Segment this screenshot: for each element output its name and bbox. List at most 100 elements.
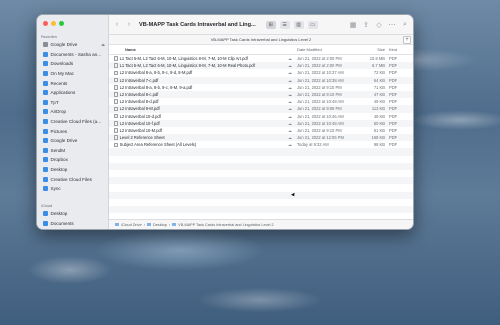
- sidebar-item-label: Google Drive: [50, 42, 78, 48]
- sidebar-item-label: Documents: [50, 220, 74, 226]
- cloud-icon[interactable]: ☁: [285, 99, 295, 104]
- file-date: Jun 21, 2022 at 10:38 AM: [297, 77, 344, 83]
- back-button[interactable]: ‹: [113, 21, 121, 28]
- minimize-button[interactable]: [51, 21, 56, 26]
- column-size[interactable]: Size: [359, 47, 389, 52]
- path-segment[interactable]: iCloud Drive: [121, 223, 142, 227]
- sidebar-item-label: AirDrop: [50, 109, 67, 115]
- column-name[interactable]: Name: [109, 47, 285, 52]
- table-row[interactable]: L2 Intraverbal 10-M.pdf ☁ Jun 21, 2022 at …: [109, 127, 413, 134]
- path-separator: ›: [143, 222, 145, 227]
- close-button[interactable]: [43, 21, 48, 26]
- pdf-file-icon: [114, 113, 118, 119]
- table-row[interactable]: L1 Tact 5-M, L2 Tact 6-M, 10-M, Linguist…: [109, 55, 413, 62]
- forward-button[interactable]: ›: [125, 21, 133, 28]
- path-segment[interactable]: Desktop: [153, 223, 167, 227]
- file-size: 168 KB: [371, 135, 385, 141]
- sidebar-item[interactable]: SendM: [37, 146, 109, 156]
- sidebar-item[interactable]: Documents - Sasha an...: [37, 50, 109, 60]
- tag-icon[interactable]: ◇: [375, 21, 383, 29]
- sidebar-item[interactable]: Downloads: [37, 59, 109, 69]
- main-pane: ‹ › VB-MAPP Task Cards Intraverbal and L…: [109, 15, 413, 229]
- cloud-icon[interactable]: ☁: [285, 121, 295, 126]
- sidebar-item[interactable]: Google Drive ⏏: [37, 40, 109, 50]
- sidebar-item[interactable]: Sync: [37, 184, 109, 194]
- cloud-icon[interactable]: ☁: [285, 128, 295, 133]
- pdf-file-icon: [114, 99, 118, 105]
- cloud-icon[interactable]: ☁: [285, 114, 295, 119]
- cloud-icon[interactable]: ☁: [285, 142, 295, 147]
- table-row[interactable]: L2 Intraverbal 8-c.pdf ☁ Jun 21, 2022 at 9…: [109, 90, 413, 99]
- cloud-icon[interactable]: ☁: [285, 106, 295, 111]
- cloud-icon[interactable]: ☁: [285, 92, 295, 97]
- table-row[interactable]: L2 Intraverbal 9-M.pdf ☁ Jun 21, 2022 at 9…: [109, 105, 413, 113]
- table-row[interactable]: L1 Tact 5-M, L2 Tact 6-M, 10-M, Linguist…: [109, 62, 413, 70]
- sidebar-item[interactable]: Creative Cloud Files: [37, 174, 109, 184]
- sidebar-item[interactable]: Desktop: [37, 165, 109, 175]
- sidebar-item[interactable]: Pictures: [37, 126, 109, 136]
- sidebar-item[interactable]: Dropbox: [37, 155, 109, 165]
- pdf-file-icon: [114, 56, 118, 61]
- cloud-icon[interactable]: ☁: [285, 56, 295, 61]
- gallery-view-icon[interactable]: ▭: [307, 20, 318, 29]
- column-view-icon[interactable]: ▥: [293, 20, 304, 29]
- folder-icon: [43, 51, 48, 57]
- table-row[interactable]: L2 Intraverbal 7-c.pdf ☁ Jun 21, 2022 at 1…: [109, 76, 413, 84]
- path-bar: iCloud Drive › Desktop › VB-MAPP Task Cards …: [109, 219, 413, 229]
- sidebar-item[interactable]: Desktop: [37, 209, 109, 219]
- file-name-cell: L2 Intraverbal 8-c.pdf: [109, 92, 285, 97]
- file-kind: PDF: [389, 120, 398, 126]
- file-list: L1 Tact 5-M, L2 Tact 6-M, 10-M, Linguist…: [109, 55, 413, 149]
- table-row[interactable]: L2 Intraverbal 8-a, 8-b, 8-c, 8-d, 8-M.p…: [109, 69, 413, 76]
- file-name: Subject Area Reference Sheet (All Levels…: [119, 142, 197, 148]
- sidebar-item[interactable]: AirDrop: [37, 107, 109, 117]
- file-name-cell: L2 Intraverbal 8-d.pdf: [109, 99, 285, 104]
- path-segment[interactable]: VB-MAPP Task Cards Intraverbal and Lingu…: [178, 223, 273, 227]
- group-icon[interactable]: ▦: [349, 21, 357, 29]
- list-view-icon[interactable]: ☰: [279, 20, 290, 29]
- column-kind[interactable]: Kind: [389, 47, 401, 52]
- table-row[interactable]: L2 Intraverbal 8-a, 8-b, 8-c, 8-M, 9-a.p…: [109, 84, 413, 91]
- table-row[interactable]: Level 2 Reference Sheet ☁ Jun 21, 2022 at …: [109, 134, 413, 142]
- empty-row: [109, 198, 413, 206]
- file-kind: PDF: [389, 142, 398, 148]
- toolbar-actions: ▦ ⇪ ◇ ⋯ ⌕: [349, 21, 409, 29]
- sidebar-item[interactable]: Documents: [37, 219, 109, 229]
- sidebar-item-label: Pictures: [50, 128, 68, 134]
- cloud-icon[interactable]: ☁: [285, 70, 295, 75]
- file-name: L2 Intraverbal 8-a, 8-b, 8-c, 8-d, 8-M.p…: [119, 70, 193, 76]
- file-kind: PDF: [389, 77, 398, 83]
- pdf-file-icon: [114, 70, 118, 76]
- cloud-icon[interactable]: ☁: [285, 63, 295, 68]
- sidebar-item[interactable]: On My Mac: [37, 69, 109, 79]
- column-date-modified[interactable]: Date Modified: [295, 47, 359, 52]
- folder-icon: [115, 223, 119, 226]
- sidebar-item[interactable]: TpT: [37, 98, 109, 108]
- add-tab-button[interactable]: +: [403, 36, 411, 44]
- file-name-cell: L2 Intraverbal 10-d.pdf: [109, 114, 285, 119]
- table-row[interactable]: L2 Intraverbal 10-f.pdf ☁ Jun 21, 2022 at …: [109, 119, 413, 127]
- cloud-icon[interactable]: ☁: [285, 135, 295, 140]
- eject-icon[interactable]: ⏏: [101, 42, 105, 47]
- cloud-icon[interactable]: ☁: [285, 85, 295, 90]
- icon-view-icon[interactable]: ⊞: [265, 20, 276, 29]
- sidebar-item[interactable]: Applications: [37, 88, 109, 98]
- file-name: Level 2 Reference Sheet: [119, 135, 165, 141]
- sidebar-item-label: Creative Cloud Files: [50, 176, 92, 182]
- empty-row: [109, 191, 413, 199]
- table-row[interactable]: L2 Intraverbal 10-d.pdf ☁ Jun 21, 2022 at …: [109, 113, 413, 120]
- creative-cloud-icon: [43, 119, 48, 125]
- zoom-button[interactable]: [59, 21, 64, 26]
- table-row[interactable]: Subject Area Reference Sheet (All Levels…: [109, 141, 413, 148]
- sidebar-item[interactable]: Google Drive: [37, 136, 109, 146]
- file-name: L2 Intraverbal 7-c.pdf: [119, 77, 159, 83]
- empty-row: [109, 184, 413, 192]
- table-row[interactable]: L2 Intraverbal 8-d.pdf ☁ Jun 21, 2022 at 1…: [109, 98, 413, 105]
- cloud-icon[interactable]: ☁: [285, 78, 295, 83]
- sidebar-item[interactable]: Creative Cloud Files (a...: [37, 117, 109, 127]
- more-icon[interactable]: ⋯: [388, 21, 396, 29]
- share-icon[interactable]: ⇪: [362, 21, 370, 29]
- search-icon[interactable]: ⌕: [401, 21, 409, 29]
- sidebar-item[interactable]: Recents: [37, 78, 109, 88]
- file-date: Jun 21, 2022 at 9:10 PM: [297, 84, 342, 90]
